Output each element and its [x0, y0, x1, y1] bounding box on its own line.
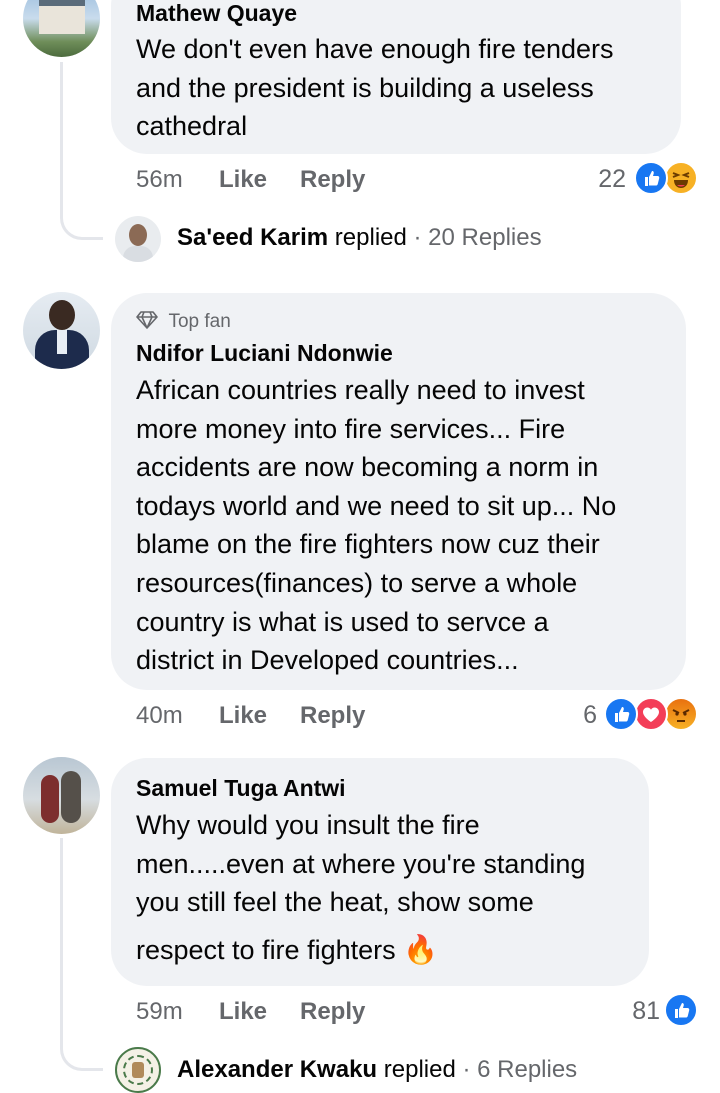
comment-time[interactable]: 40m [136, 702, 183, 730]
like-icon [634, 161, 668, 195]
view-replies-link[interactable]: Alexander Kwaku replied · 6 Replies [177, 1056, 577, 1084]
comment-line: African countries really need to invest [136, 375, 585, 405]
replies-count: · 20 Replies [413, 224, 542, 251]
head-shape [129, 224, 147, 246]
comment-line: todays world and we need to sit up... No [136, 490, 617, 521]
avatar[interactable] [23, 757, 100, 834]
haha-icon [664, 161, 698, 195]
comment-line-text: respect to fire fighters [136, 934, 396, 965]
like-icon [604, 697, 638, 731]
comment-line: cathedral [136, 111, 248, 142]
thread-line [60, 62, 63, 210]
head-shape [49, 300, 75, 330]
comment-line: resources(finances) to serve a whole [136, 567, 578, 598]
reply-button[interactable]: Reply [300, 166, 365, 194]
reaction-count[interactable]: 22 [586, 165, 626, 194]
person-shape [61, 771, 81, 823]
comment-author[interactable]: Ndifor Luciani Ndonwie [136, 340, 393, 367]
comment-line: you still feel the heat, show some [136, 887, 534, 918]
comment-line: country is what is used to servce a [136, 606, 549, 637]
view-replies-link[interactable]: Sa'eed Karim replied · 20 Replies [177, 224, 542, 252]
seal-center [132, 1062, 144, 1078]
avatar[interactable] [115, 1047, 161, 1093]
reaction-count[interactable]: 6 [565, 701, 597, 730]
reaction-count[interactable]: 81 [620, 997, 660, 1026]
like-button[interactable]: Like [219, 166, 267, 194]
thread-curve [60, 1034, 103, 1071]
angry-icon [664, 697, 698, 731]
like-button[interactable]: Like [219, 998, 267, 1026]
thread-curve [60, 205, 103, 240]
comment-text: African countries really need to invest … [136, 371, 681, 680]
comment-text: Why would you insult the fire men.....ev… [136, 806, 646, 969]
replied-label: replied [334, 224, 407, 251]
fire-emoji: 🔥 [403, 933, 439, 965]
reply-button[interactable]: Reply [300, 702, 365, 730]
comment-text: We don't even have enough fire tenders a… [136, 30, 676, 146]
avatar[interactable] [23, 292, 100, 369]
avatar[interactable] [115, 216, 161, 262]
reply-button[interactable]: Reply [300, 998, 365, 1026]
like-button[interactable]: Like [219, 702, 267, 730]
comment-line: We don't even have enough fire tenders [136, 34, 614, 64]
shirt-shape [123, 246, 153, 262]
replied-label: replied [383, 1056, 456, 1083]
comment-author[interactable]: Mathew Quaye [136, 0, 297, 27]
comment-time[interactable]: 59m [136, 998, 183, 1026]
reply-author: Alexander Kwaku [177, 1056, 378, 1083]
comment-line: men.....even at where you're standing [136, 848, 586, 879]
shirt-shape [57, 330, 67, 354]
avatar[interactable] [23, 0, 100, 57]
top-fan-badge: Top fan [136, 310, 231, 333]
comment-line: and the president is building a useless [136, 72, 594, 103]
comment-time[interactable]: 56m [136, 166, 183, 194]
comment-line: district in Developed countries... [136, 645, 519, 676]
love-icon [634, 697, 668, 731]
like-icon [664, 993, 698, 1027]
diamond-icon [136, 311, 158, 329]
comment-line: Why would you insult the fire [136, 810, 480, 840]
person-shape [41, 775, 59, 823]
comment-author[interactable]: Samuel Tuga Antwi [136, 775, 346, 802]
comment-line: accidents are now becoming a norm in [136, 452, 599, 483]
top-fan-label: Top fan [168, 311, 231, 332]
comment-line: more money into fire services... Fire [136, 413, 566, 444]
replies-count: · 6 Replies [462, 1056, 578, 1083]
comment-line: respect to fire fighters 🔥 [136, 931, 646, 970]
reply-author: Sa'eed Karim [177, 224, 329, 251]
comment-line: blame on the fire fighters now cuz their [136, 529, 600, 560]
house-image [39, 0, 85, 34]
thread-line [60, 838, 63, 1038]
